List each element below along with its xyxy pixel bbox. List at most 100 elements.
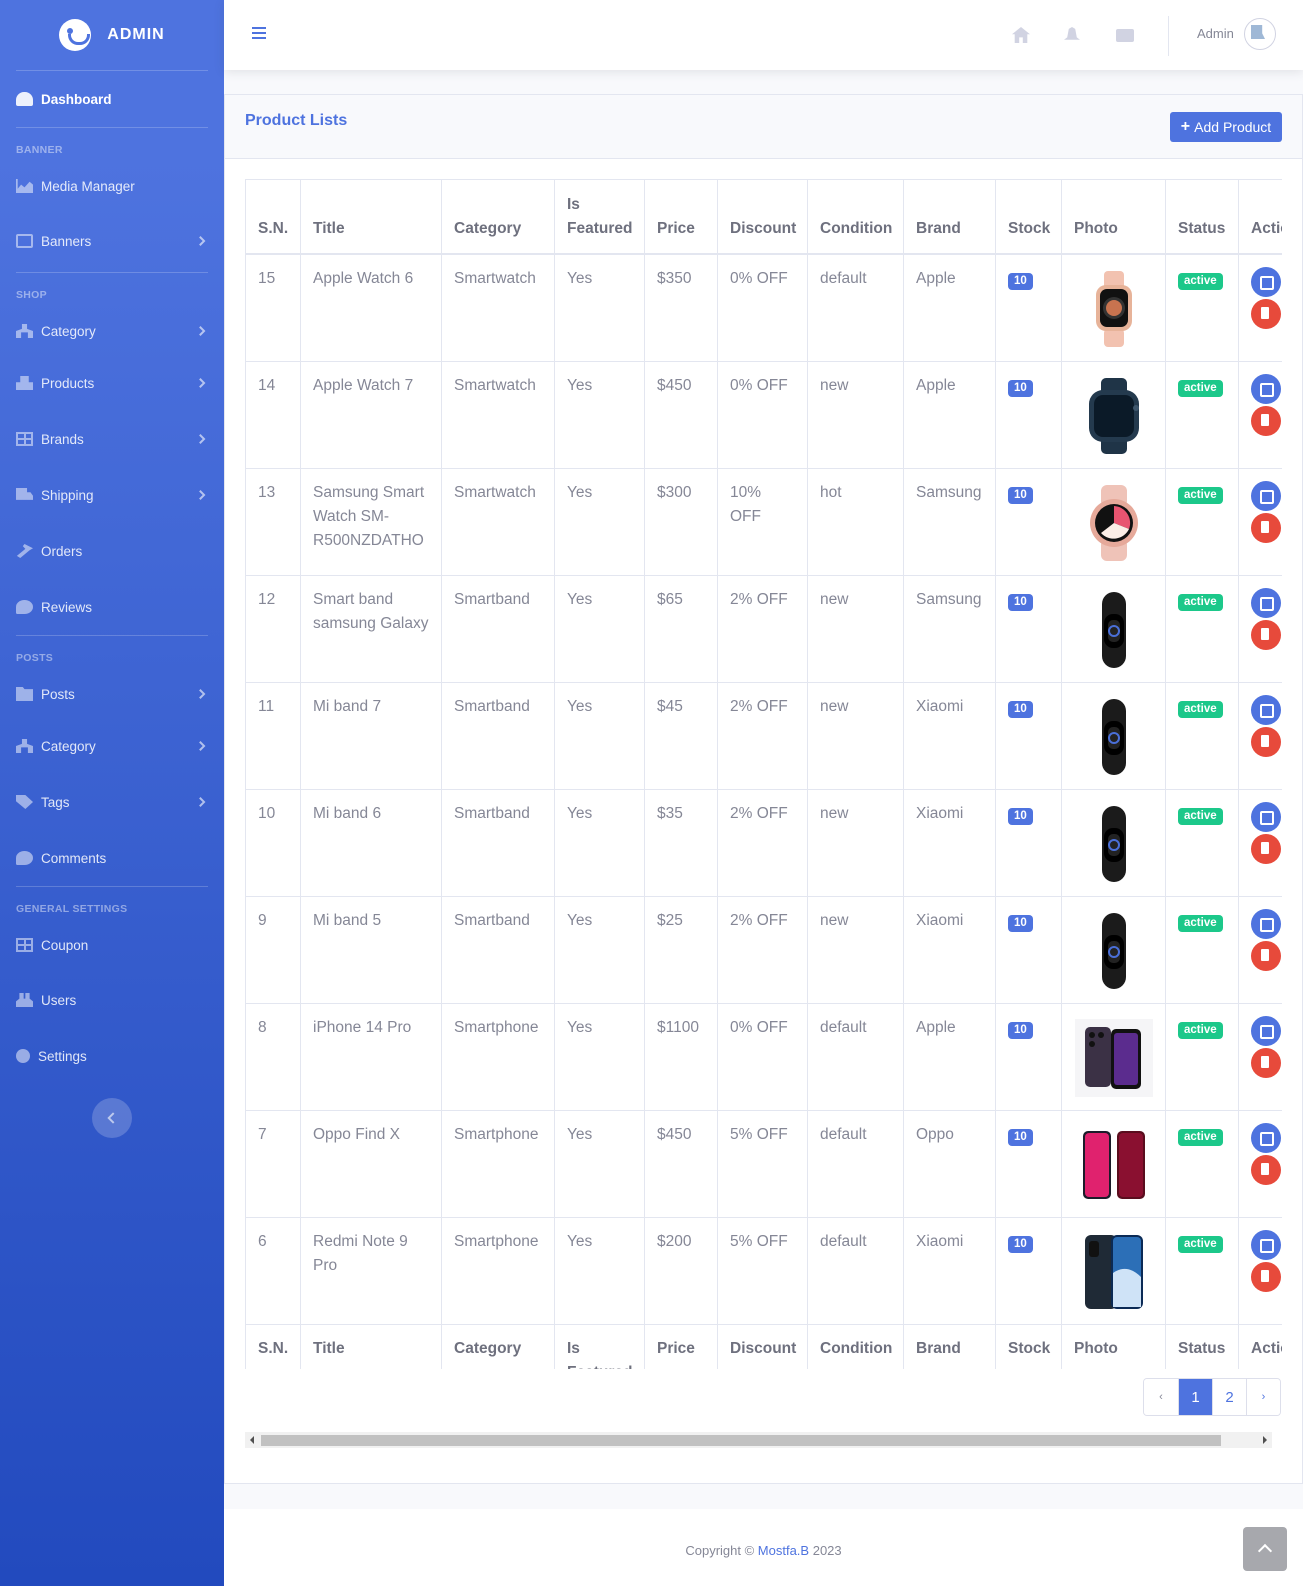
brand[interactable]: ADMIN bbox=[0, 0, 224, 70]
product-photo bbox=[1074, 1125, 1154, 1205]
sidebar-item-dashboard[interactable]: Dashboard bbox=[0, 71, 224, 127]
sidebar-item-banners[interactable]: Banners bbox=[0, 210, 224, 272]
column-footer-category[interactable]: Category bbox=[441, 1323, 555, 1369]
author-link[interactable]: Mostfa.B bbox=[758, 1543, 809, 1558]
column-header-price[interactable]: Price bbox=[644, 179, 718, 255]
column-footer-status[interactable]: Status bbox=[1165, 1323, 1239, 1369]
column-header-action[interactable]: Action bbox=[1238, 179, 1282, 255]
column-header-category[interactable]: Category bbox=[441, 179, 555, 255]
column-header-stock[interactable]: Stock bbox=[995, 179, 1062, 255]
edit-icon[interactable] bbox=[1251, 1122, 1281, 1153]
scroll-to-top-button[interactable] bbox=[1243, 1527, 1287, 1571]
cell-status: active bbox=[1165, 681, 1239, 790]
sidebar-item-shipping[interactable]: Shipping bbox=[0, 467, 224, 523]
sidebar-toggle-button[interactable] bbox=[92, 1098, 132, 1138]
cell-stock: 10 bbox=[995, 681, 1062, 790]
column-footer-s-n[interactable]: S.N. bbox=[245, 1323, 301, 1369]
sidebar-item-products[interactable]: Products bbox=[0, 355, 224, 411]
trash-icon[interactable] bbox=[1251, 298, 1281, 329]
trash-icon[interactable] bbox=[1251, 405, 1281, 436]
column-footer-action[interactable]: Action bbox=[1238, 1323, 1282, 1369]
cell-featured: Yes bbox=[554, 1109, 645, 1218]
sidebar-item-settings[interactable]: Settings bbox=[0, 1031, 224, 1081]
edit-icon[interactable] bbox=[1251, 1015, 1281, 1046]
table-row: 6 Redmi Note 9 Pro Smartphone Yes $200 5% OFF… bbox=[245, 1216, 1282, 1325]
column-header-discount[interactable]: Discount bbox=[717, 179, 808, 255]
pagination-next[interactable]: › bbox=[1246, 1379, 1280, 1415]
cell-featured: Yes bbox=[554, 788, 645, 897]
trash-icon[interactable] bbox=[1251, 1047, 1281, 1078]
column-header-is-featured[interactable]: Is Featured bbox=[554, 179, 645, 255]
trash-icon[interactable] bbox=[1251, 1154, 1281, 1185]
cell-condition: new bbox=[807, 788, 904, 897]
column-footer-brand[interactable]: Brand bbox=[903, 1323, 996, 1369]
cell-price: $1100 bbox=[644, 1002, 718, 1111]
scrollbar-thumb[interactable] bbox=[261, 1435, 1221, 1446]
envelope-icon[interactable] bbox=[1116, 29, 1134, 42]
trash-icon[interactable] bbox=[1251, 940, 1281, 971]
cell-status: active bbox=[1165, 253, 1239, 362]
column-header-s-n[interactable]: S.N. bbox=[245, 179, 301, 255]
sidebar-item-orders[interactable]: Orders bbox=[0, 523, 224, 579]
cell-photo bbox=[1061, 467, 1166, 576]
sidebar-item-coupon[interactable]: Coupon bbox=[0, 921, 224, 969]
edit-icon[interactable] bbox=[1251, 908, 1281, 939]
cell-price: $200 bbox=[644, 1216, 718, 1325]
column-footer-price[interactable]: Price bbox=[644, 1323, 718, 1369]
status-badge: active bbox=[1178, 593, 1223, 611]
cell-category: Smartwatch bbox=[441, 360, 555, 469]
menu-bars-icon[interactable] bbox=[252, 27, 266, 39]
cell-discount: 0% OFF bbox=[717, 253, 808, 362]
trash-icon[interactable] bbox=[1251, 619, 1281, 650]
bell-icon[interactable] bbox=[1064, 27, 1080, 40]
pagination-page-2[interactable]: 2 bbox=[1212, 1379, 1246, 1415]
scroll-right-icon[interactable] bbox=[1263, 1436, 1267, 1444]
edit-icon[interactable] bbox=[1251, 480, 1281, 511]
sidebar-item-label: Posts bbox=[41, 686, 75, 702]
trash-icon[interactable] bbox=[1251, 833, 1281, 864]
column-footer-title[interactable]: Title bbox=[300, 1323, 442, 1369]
trash-icon[interactable] bbox=[1251, 726, 1281, 757]
sidebar-item-tags[interactable]: Tags bbox=[0, 774, 224, 830]
column-header-brand[interactable]: Brand bbox=[903, 179, 996, 255]
horizontal-scrollbar[interactable] bbox=[245, 1432, 1272, 1448]
cell-brand: Oppo bbox=[903, 1109, 996, 1218]
column-header-status[interactable]: Status bbox=[1165, 179, 1239, 255]
trash-icon[interactable] bbox=[1251, 1261, 1281, 1292]
sidebar-item-comments[interactable]: Comments bbox=[0, 830, 224, 886]
table-body: 15 Apple Watch 6 Smartwatch Yes $350 0% OFF de… bbox=[245, 253, 1282, 1325]
column-footer-photo[interactable]: Photo bbox=[1061, 1323, 1166, 1369]
sidebar-item-reviews[interactable]: Reviews bbox=[0, 579, 224, 635]
cell-action bbox=[1238, 574, 1282, 683]
sidebar-item-users[interactable]: Users bbox=[0, 969, 224, 1031]
user-name[interactable]: Admin bbox=[1197, 26, 1234, 41]
pagination-prev[interactable]: ‹ bbox=[1144, 1379, 1178, 1415]
column-header-condition[interactable]: Condition bbox=[807, 179, 904, 255]
cell-stock: 10 bbox=[995, 574, 1062, 683]
column-header-photo[interactable]: Photo bbox=[1061, 179, 1166, 255]
sidebar-item-shop-category[interactable]: Category bbox=[0, 307, 224, 355]
cell-title: Smart band samsung Galaxy bbox=[300, 574, 442, 683]
column-footer-stock[interactable]: Stock bbox=[995, 1323, 1062, 1369]
column-header-title[interactable]: Title bbox=[300, 179, 442, 255]
edit-icon[interactable] bbox=[1251, 1229, 1281, 1260]
edit-icon[interactable] bbox=[1251, 266, 1281, 297]
scroll-left-icon[interactable] bbox=[250, 1436, 254, 1444]
edit-icon[interactable] bbox=[1251, 373, 1281, 404]
sidebar-item-posts[interactable]: Posts bbox=[0, 670, 224, 718]
column-footer-condition[interactable]: Condition bbox=[807, 1323, 904, 1369]
edit-icon[interactable] bbox=[1251, 694, 1281, 725]
sidebar-item-brands[interactable]: Brands bbox=[0, 411, 224, 467]
sidebar-item-media-manager[interactable]: Media Manager bbox=[0, 162, 224, 210]
trash-icon[interactable] bbox=[1251, 512, 1281, 543]
cell-status: active bbox=[1165, 360, 1239, 469]
home-icon[interactable] bbox=[1012, 27, 1030, 43]
edit-icon[interactable] bbox=[1251, 587, 1281, 618]
sidebar-item-post-category[interactable]: Category bbox=[0, 718, 224, 774]
column-footer-discount[interactable]: Discount bbox=[717, 1323, 808, 1369]
column-footer-is-featured[interactable]: Is Featured bbox=[554, 1323, 645, 1369]
avatar[interactable] bbox=[1244, 18, 1276, 50]
pagination-page-1[interactable]: 1 bbox=[1178, 1379, 1212, 1415]
add-product-button[interactable]: + Add Product bbox=[1170, 112, 1282, 142]
edit-icon[interactable] bbox=[1251, 801, 1281, 832]
